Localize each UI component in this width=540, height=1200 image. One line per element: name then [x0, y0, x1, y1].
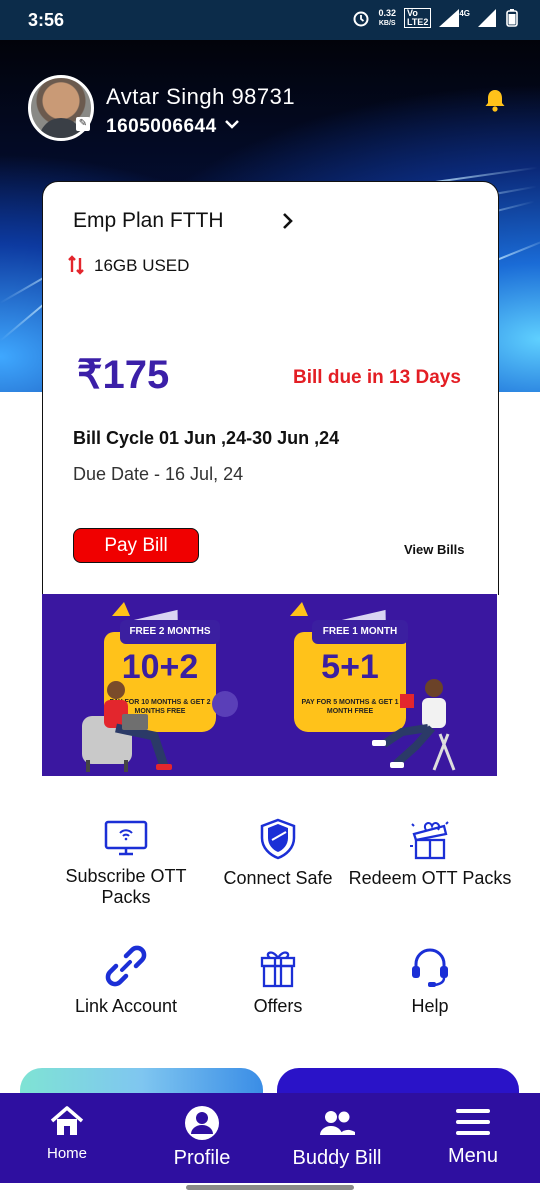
gift-icon — [260, 951, 296, 988]
battery-icon — [506, 9, 518, 27]
nav-buddy-bill[interactable]: Buddy Bill — [282, 1105, 392, 1170]
nav-home-label: Home — [46, 1145, 87, 1162]
account-number[interactable]: 1605006644 — [106, 116, 217, 138]
dot-decoration — [212, 691, 238, 717]
status-icons: 0.32 KB/S Vo LTE2 4G — [352, 8, 518, 28]
bottom-navigation: Home Profile Buddy Bill Menu — [0, 1093, 540, 1183]
help-label: Help — [411, 996, 449, 1016]
network-type: 4G — [459, 8, 470, 18]
amount-value: 175 — [102, 353, 170, 397]
gift-box-icon — [410, 821, 449, 860]
redeem-ott-packs-label: Redeem OTT Packs — [348, 868, 512, 888]
bill-cycle: Bill Cycle 01 Jun ,24-30 Jun ,24 — [73, 428, 340, 448]
offer-banner[interactable]: FREE 2 MONTHS 10+2 PAY FOR 10 MONTHS & G… — [42, 594, 497, 776]
chevron-right-icon[interactable] — [281, 212, 295, 230]
home-icon — [50, 1106, 84, 1135]
group-icon — [320, 1111, 355, 1135]
data-usage-text: 16GB USED — [94, 256, 190, 275]
menu-icon — [456, 1109, 490, 1135]
connect-safe-action[interactable]: Connect Safe — [193, 818, 363, 889]
signal-icon-2 — [478, 9, 496, 27]
offer-1-ribbon: FREE 2 MONTHS — [120, 620, 220, 644]
person-illustration-2 — [372, 679, 456, 771]
offers-action[interactable]: Offers — [193, 944, 363, 1017]
plan-title[interactable]: Emp Plan FTTH — [73, 209, 224, 233]
alarm-icon — [353, 11, 369, 27]
speed-indicator: 0.32 KB/S — [378, 7, 396, 27]
plan-card: Emp Plan FTTH 16GB USED ₹175 Bill due in… — [42, 181, 499, 595]
person-illustration-1 — [82, 681, 172, 772]
link-icon — [105, 945, 147, 987]
nav-profile[interactable]: Profile — [157, 1105, 247, 1170]
link-account-action[interactable]: Link Account — [41, 944, 211, 1017]
signal-icon — [439, 9, 460, 27]
nav-menu-label: Menu — [447, 1145, 499, 1167]
offers-label: Offers — [253, 996, 303, 1016]
data-usage-icon — [68, 255, 84, 275]
help-action[interactable]: Help — [345, 944, 515, 1017]
volte-badge: Vo LTE2 — [403, 8, 432, 28]
offer-2-ribbon: FREE 1 MONTH — [312, 620, 408, 644]
redeem-ott-packs-action[interactable]: Redeem OTT Packs — [345, 818, 515, 889]
nav-buddy-bill-label: Buddy Bill — [292, 1147, 382, 1169]
currency-symbol: ₹ — [77, 353, 103, 397]
subscribe-ott-packs-action[interactable]: Subscribe OTT Packs — [41, 818, 211, 908]
status-time: 3:56 — [28, 10, 65, 30]
due-days-text: Bill due in 13 Days — [293, 367, 461, 388]
nav-home[interactable]: Home — [22, 1105, 112, 1162]
due-date: Due Date - 16 Jul, 24 — [73, 464, 244, 484]
status-bar: 3:56 0.32 KB/S Vo LTE2 4G — [0, 0, 540, 40]
view-bills-link[interactable]: View Bills — [404, 542, 464, 557]
shield-icon — [260, 818, 296, 860]
tv-icon — [104, 820, 148, 856]
nav-menu[interactable]: Menu — [428, 1105, 518, 1168]
profile-icon — [185, 1106, 219, 1140]
nav-profile-label: Profile — [173, 1147, 231, 1169]
bell-icon[interactable] — [482, 87, 508, 113]
gesture-home-bar[interactable] — [186, 1185, 354, 1190]
link-account-label: Link Account — [74, 996, 178, 1016]
subscribe-ott-packs-label: Subscribe OTT Packs — [65, 866, 187, 907]
edit-avatar-icon[interactable]: ✎ — [76, 117, 90, 131]
user-name: Avtar Singh 98731 — [106, 84, 296, 109]
avatar[interactable] — [28, 75, 94, 141]
connect-safe-label: Connect Safe — [223, 868, 333, 888]
bill-amount: ₹175 — [77, 352, 169, 398]
headset-icon — [412, 948, 448, 987]
chevron-down-icon[interactable] — [224, 118, 240, 130]
pay-bill-button[interactable]: Pay Bill — [73, 528, 199, 563]
